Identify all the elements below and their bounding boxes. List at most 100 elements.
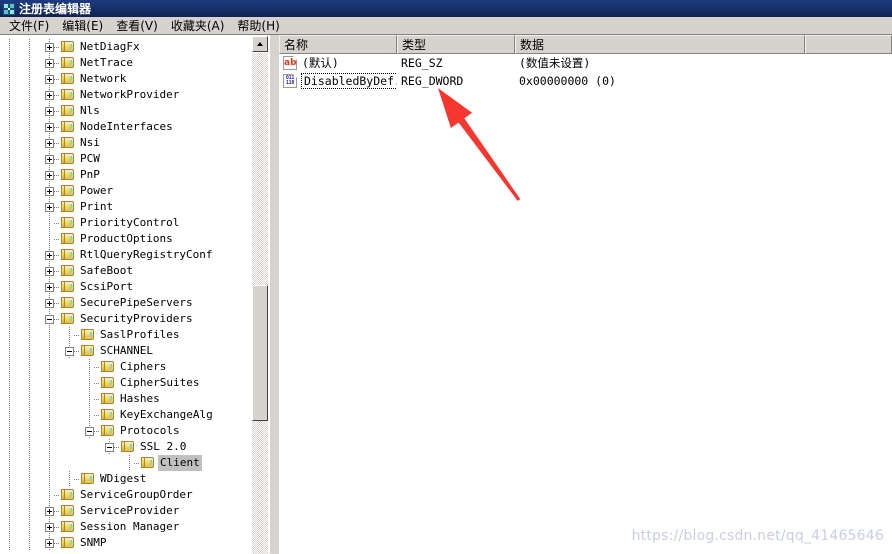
tree-node[interactable]: Session Manager xyxy=(0,519,256,535)
tree-node[interactable]: Nls xyxy=(0,103,256,119)
tree-node-label[interactable]: SNMP xyxy=(78,535,109,551)
values-list[interactable]: ab(默认) REG_SZ (数值未设置) 011110 DisabledByDef..… xyxy=(279,54,892,90)
tree-node[interactable]: Print xyxy=(0,199,256,215)
tree-node[interactable]: SafeBoot xyxy=(0,263,256,279)
expand-node-icon[interactable] xyxy=(45,91,54,100)
menu-view[interactable]: 查看(V) xyxy=(110,18,165,34)
tree-node-label[interactable]: ScsiPort xyxy=(78,279,135,295)
tree-node[interactable]: PCW xyxy=(0,151,256,167)
value-name-label[interactable]: DisabledByDef... xyxy=(301,73,397,89)
menu-help[interactable]: 帮助(H) xyxy=(231,18,286,34)
tree-node-label[interactable]: Nls xyxy=(78,103,102,119)
tree-node[interactable]: ServiceGroupOrder xyxy=(0,487,256,503)
expand-node-icon[interactable] xyxy=(45,107,54,116)
column-header-type[interactable]: 类型 xyxy=(397,35,515,54)
tree-node[interactable]: Nsi xyxy=(0,135,256,151)
scroll-up-arrow-icon[interactable] xyxy=(252,36,268,52)
tree-node-label[interactable]: PCW xyxy=(78,151,102,167)
expand-node-icon[interactable] xyxy=(45,507,54,516)
tree-node[interactable]: Hashes xyxy=(0,391,256,407)
tree-node[interactable]: ServiceProvider xyxy=(0,503,256,519)
tree-node-label[interactable]: Session Manager xyxy=(78,519,181,535)
pane-splitter[interactable] xyxy=(270,34,279,554)
tree-node-label[interactable]: Power xyxy=(78,183,115,199)
expand-node-icon[interactable] xyxy=(45,155,54,164)
tree-node-label[interactable]: ProductOptions xyxy=(78,231,175,247)
column-header-name[interactable]: 名称 xyxy=(279,35,397,54)
tree-node-label[interactable]: NetTrace xyxy=(78,55,135,71)
tree-node-label[interactable]: Network xyxy=(78,71,128,87)
tree-node[interactable]: KeyExchangeAlg xyxy=(0,407,256,423)
tree-node-label[interactable]: Nsi xyxy=(78,135,102,151)
value-row[interactable]: ab (默认) REG_SZ (数值未设置) xyxy=(279,54,892,72)
tree-node[interactable]: ProductOptions xyxy=(0,231,256,247)
tree-node-label[interactable]: NetworkProvider xyxy=(78,87,181,103)
tree-node-label[interactable]: Client xyxy=(158,455,202,471)
tree-node[interactable]: NetDiagFx xyxy=(0,39,256,55)
tree-node[interactable]: Power xyxy=(0,183,256,199)
menu-file[interactable]: 文件(F) xyxy=(3,18,56,34)
registry-values-pane[interactable]: 名称 类型 数据 ab (默认) REG_SZ (数值未设置) 011 110 Disabl… xyxy=(279,34,892,554)
tree-node-label[interactable]: NodeInterfaces xyxy=(78,119,175,135)
expand-node-icon[interactable] xyxy=(45,59,54,68)
expand-node-icon[interactable] xyxy=(45,43,54,52)
expand-node-icon[interactable] xyxy=(45,251,54,260)
tree-node[interactable]: Ciphers xyxy=(0,359,256,375)
tree-node[interactable]: WDigest xyxy=(0,471,256,487)
tree-node-label[interactable]: SecurePipeServers xyxy=(78,295,195,311)
tree-node[interactable]: Network xyxy=(0,71,256,87)
scrollbar-thumb[interactable] xyxy=(252,285,268,421)
tree-node[interactable]: NodeInterfaces xyxy=(0,119,256,135)
tree-node[interactable]: RtlQueryRegistryConf xyxy=(0,247,256,263)
tree-node-label[interactable]: PnP xyxy=(78,167,102,183)
tree-node-label[interactable]: ServiceGroupOrder xyxy=(78,487,195,503)
tree-node[interactable]: Protocols xyxy=(0,423,256,439)
tree-node[interactable]: Client xyxy=(0,455,256,471)
tree-node-label[interactable]: NetDiagFx xyxy=(78,39,142,55)
tree-node-label[interactable]: Ciphers xyxy=(118,359,168,375)
tree-node-label[interactable]: PriorityControl xyxy=(78,215,181,231)
tree-node-label[interactable]: SSL 2.0 xyxy=(138,439,188,455)
expand-node-icon[interactable] xyxy=(45,283,54,292)
expand-node-icon[interactable] xyxy=(45,139,54,148)
column-header-filler[interactable] xyxy=(805,35,892,54)
tree-node[interactable]: PriorityControl xyxy=(0,215,256,231)
column-header-data[interactable]: 数据 xyxy=(515,35,805,54)
tree-node[interactable]: SecurePipeServers xyxy=(0,295,256,311)
expand-node-icon[interactable] xyxy=(45,75,54,84)
tree-node-label[interactable]: CipherSuites xyxy=(118,375,201,391)
menu-favorites[interactable]: 收藏夹(A) xyxy=(165,18,232,34)
expand-node-icon[interactable] xyxy=(45,171,54,180)
value-name-cell[interactable]: ab (默认) xyxy=(283,54,397,72)
tree-node[interactable]: CipherSuites xyxy=(0,375,256,391)
tree-node-label[interactable]: SecurityProviders xyxy=(78,311,195,327)
tree-node-label[interactable]: Protocols xyxy=(118,423,182,439)
collapse-node-icon[interactable] xyxy=(65,347,74,356)
tree-node-label[interactable]: Hashes xyxy=(118,391,162,407)
expand-node-icon[interactable] xyxy=(45,187,54,196)
expand-node-icon[interactable] xyxy=(45,299,54,308)
tree-node-label[interactable]: RtlQueryRegistryConf xyxy=(78,247,214,263)
tree-node[interactable]: NetworkProvider xyxy=(0,87,256,103)
value-name-cell[interactable]: 011110 DisabledByDef... xyxy=(283,72,397,90)
expand-node-icon[interactable] xyxy=(45,539,54,548)
tree-node[interactable]: SNMP xyxy=(0,535,256,551)
expand-node-icon[interactable] xyxy=(45,523,54,532)
value-row[interactable]: 011110 DisabledByDef... REG_DWORD 0x0000000… xyxy=(279,72,892,90)
value-name-label[interactable]: (默认) xyxy=(300,56,341,70)
tree-node-label[interactable]: ServiceProvider xyxy=(78,503,181,519)
tree-node[interactable]: NetTrace xyxy=(0,55,256,71)
tree-node[interactable]: PnP xyxy=(0,167,256,183)
tree-vertical-scrollbar[interactable] xyxy=(252,36,268,554)
tree-node[interactable]: SaslProfiles xyxy=(0,327,256,343)
tree-node[interactable]: ScsiPort xyxy=(0,279,256,295)
tree-node-label[interactable]: SaslProfiles xyxy=(98,327,181,343)
tree-node-label[interactable]: WDigest xyxy=(98,471,148,487)
expand-node-icon[interactable] xyxy=(45,123,54,132)
tree-node-label[interactable]: Print xyxy=(78,199,115,215)
collapse-node-icon[interactable] xyxy=(45,315,54,324)
registry-tree-pane[interactable]: NetDiagFx NetTrace Network NetworkProvider N… xyxy=(0,34,270,554)
tree-node[interactable]: SSL 2.0 xyxy=(0,439,256,455)
menu-edit[interactable]: 编辑(E) xyxy=(56,18,110,34)
expand-node-icon[interactable] xyxy=(45,267,54,276)
